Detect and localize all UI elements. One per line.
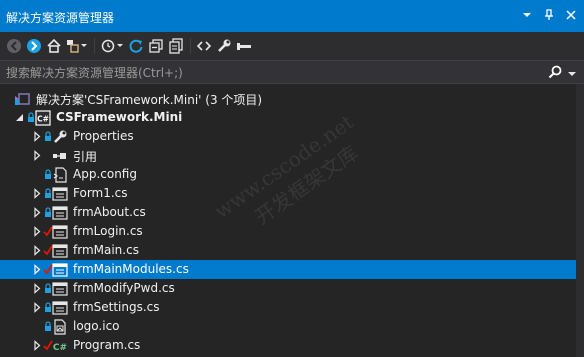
svg-text:C#: C# <box>53 343 67 353</box>
expand-arrow-icon[interactable] <box>32 188 42 199</box>
properties-icon[interactable] <box>216 36 232 56</box>
tree-item-label: Form1.cs <box>73 186 128 200</box>
expand-arrow-icon[interactable] <box>32 264 42 275</box>
expand-arrow-icon[interactable] <box>32 245 42 256</box>
expand-arrow-icon[interactable] <box>32 302 42 313</box>
wrench-icon <box>52 129 68 145</box>
pin-icon[interactable] <box>542 8 556 22</box>
tree-row-solution[interactable]: 解决方案'CSFramework.Mini' (3 个项目) <box>0 89 576 108</box>
svg-text:C#: C# <box>37 115 49 124</box>
tree-item-properties[interactable]: Properties <box>0 127 576 146</box>
form-icon <box>52 243 68 259</box>
search-box <box>0 60 584 84</box>
search-input[interactable] <box>6 64 526 81</box>
history-icon[interactable] <box>100 36 124 56</box>
switch-views-icon[interactable] <box>66 36 88 56</box>
tree-item-label: Program.cs <box>73 338 141 352</box>
show-all-files-icon[interactable] <box>168 36 184 56</box>
form-icon <box>52 186 68 202</box>
tree-item-frm-login[interactable]: frmLogin.cs <box>0 222 576 241</box>
tree-item-label: frmAbout.cs <box>73 205 146 219</box>
form-icon <box>52 262 68 278</box>
tree-row-project[interactable]: C# CSFramework.Mini <box>0 108 576 127</box>
tree-item-label: Properties <box>73 129 134 143</box>
dropdown-icon[interactable] <box>520 8 534 22</box>
csharp-file-icon: C# <box>52 338 68 354</box>
toolbar-separator <box>190 38 191 54</box>
collapse-all-icon[interactable] <box>148 36 164 56</box>
forward-icon[interactable] <box>26 36 42 56</box>
panel-toolbar <box>0 32 584 60</box>
tree-item-label: logo.ico <box>73 319 120 333</box>
solution-icon <box>14 91 30 107</box>
expand-arrow-icon[interactable] <box>32 150 42 161</box>
panel-title: 解决方案资源管理器 <box>6 11 115 25</box>
project-label: CSFramework.Mini <box>56 110 183 124</box>
solution-label: 解决方案'CSFramework.Mini' (3 个项目) <box>36 93 263 107</box>
tree-item-frm-settings[interactable]: frmSettings.cs <box>0 298 576 317</box>
tree-item-frm-main[interactable]: frmMain.cs <box>0 241 576 260</box>
references-icon <box>52 148 68 164</box>
back-icon[interactable] <box>6 36 22 56</box>
form-icon <box>52 205 68 221</box>
search-icon[interactable] <box>548 65 562 82</box>
refresh-icon[interactable] <box>128 36 144 56</box>
form-icon <box>52 224 68 240</box>
expand-arrow-icon[interactable] <box>32 207 42 218</box>
collapse-arrow-icon[interactable] <box>14 112 24 123</box>
tree-item-label: frmMain.cs <box>73 243 139 257</box>
tree-item-frm-main-modules[interactable]: frmMainModules.cs <box>0 260 576 279</box>
search-options-icon[interactable] <box>568 67 576 81</box>
tree-item-label: 引用 <box>73 150 98 164</box>
tree-item-label: App.config <box>73 167 137 181</box>
expand-arrow-icon[interactable] <box>32 226 42 237</box>
expand-arrow-icon[interactable] <box>32 131 42 142</box>
tree-item-label: frmModifyPwd.cs <box>73 281 175 295</box>
expand-arrow-icon[interactable] <box>32 340 42 351</box>
tree-item-label: frmSettings.cs <box>73 300 160 314</box>
csharp-project-icon: C# <box>35 110 51 126</box>
tree-item-label: frmMainModules.cs <box>73 262 189 276</box>
tree-item-label: frmLogin.cs <box>73 224 143 238</box>
expand-arrow-icon[interactable] <box>32 283 42 294</box>
form-icon <box>52 300 68 316</box>
tree-item-frm-modify-pwd[interactable]: frmModifyPwd.cs <box>0 279 576 298</box>
code-view-icon[interactable] <box>196 36 212 56</box>
preview-icon[interactable] <box>236 36 252 56</box>
home-icon[interactable] <box>46 36 62 56</box>
toolbar-separator <box>94 38 95 54</box>
close-icon[interactable] <box>564 8 578 22</box>
form-icon <box>52 281 68 297</box>
config-icon <box>52 167 68 183</box>
image-icon <box>52 319 68 335</box>
panel-titlebar: 解决方案资源管理器 <box>0 0 584 32</box>
tree-item-logo[interactable]: logo.ico <box>0 317 576 336</box>
vertical-scrollbar[interactable] <box>576 84 584 357</box>
solution-tree: 解决方案'CSFramework.Mini' (3 个项目) C# CSFram… <box>0 88 584 357</box>
tree-item-program[interactable]: C# Program.cs <box>0 336 576 355</box>
